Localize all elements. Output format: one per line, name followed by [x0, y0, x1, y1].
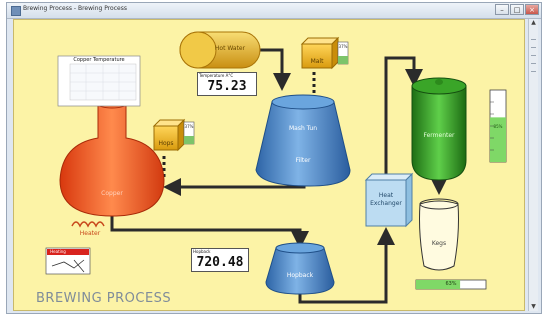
vertical-scrollbar[interactable]: ▲ ▼: [528, 19, 538, 311]
fermenter-label: Fermenter: [423, 132, 455, 139]
mash-tun-label: Mash Tun: [288, 125, 318, 132]
chart-title: Copper Temperature: [73, 57, 125, 63]
application-window: Brewing Process - Brewing Process – □ ×: [6, 2, 542, 314]
heating-panel-label: Heating: [50, 249, 66, 254]
hops-label: Hops: [158, 140, 174, 147]
hopback-readout: Hopback 720.48: [191, 248, 249, 272]
heater-label: Heater: [79, 230, 101, 237]
copper-temperature-chart: [57, 55, 141, 107]
process-diagram: [45, 31, 507, 304]
temperature-readout: Temperature A°C 75.23: [197, 72, 257, 96]
copper-kettle[interactable]: [59, 99, 165, 217]
mash-tun[interactable]: [255, 94, 351, 187]
fermenter-percent-label: 85%: [493, 124, 503, 129]
hot-water-label: Hot Water: [214, 45, 246, 52]
hopback-label: Hopback: [286, 272, 314, 279]
hopback-readout-caption: Hopback: [193, 249, 211, 254]
minimize-button[interactable]: –: [495, 4, 509, 15]
temperature-readout-caption: Temperature A°C: [199, 73, 234, 78]
scroll-up-arrow-icon[interactable]: ▲: [529, 19, 538, 27]
close-button[interactable]: ×: [525, 4, 539, 15]
filter-label: Filter: [295, 157, 311, 164]
title-bar[interactable]: Brewing Process - Brewing Process – □ ×: [7, 3, 541, 19]
brewing-process-title: BREWING PROCESS: [36, 291, 172, 306]
app-icon: [11, 6, 21, 16]
fermenter-tank[interactable]: [411, 77, 467, 181]
window-controls: – □ ×: [495, 4, 539, 16]
temperature-readout-value: 75.23: [207, 79, 247, 94]
kegs-progress-label: 63%: [445, 281, 457, 287]
malt-label: Malt: [310, 58, 324, 65]
window-title: Brewing Process - Brewing Process: [23, 5, 127, 12]
process-canvas: Hot Water Mash Tun Filter Copper Heater …: [13, 19, 525, 311]
maximize-button[interactable]: □: [510, 4, 524, 15]
scroll-down-arrow-icon[interactable]: ▼: [529, 303, 538, 311]
heat-exchanger-label-2: Exchanger: [370, 200, 402, 207]
hopback-readout-value: 720.48: [196, 255, 244, 270]
hops-percent-label: 37%: [184, 124, 194, 129]
copper-label: Copper: [101, 190, 123, 197]
hopback-vessel[interactable]: [265, 242, 335, 295]
keg-outline: [419, 198, 459, 271]
malt-percent-label: 37%: [338, 44, 348, 49]
heater-coil: [71, 221, 105, 228]
heat-exchanger-label-1: Heat: [378, 192, 394, 199]
kegs-label: Kegs: [431, 240, 447, 247]
